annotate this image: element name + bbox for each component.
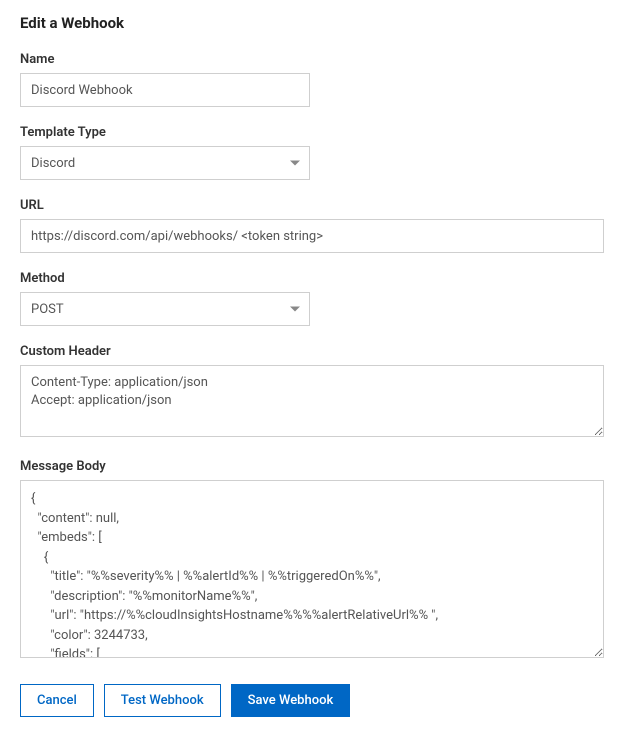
url-field-group: URL (20, 198, 604, 253)
save-webhook-button[interactable]: Save Webhook (231, 684, 351, 717)
message-body-field-group: Message Body { "content": null, "embeds"… (20, 459, 604, 658)
cancel-button[interactable]: Cancel (20, 684, 94, 717)
custom-header-textarea[interactable]: Content-Type: application/json Accept: a… (20, 365, 604, 437)
url-input[interactable] (20, 219, 604, 253)
message-body-label: Message Body (20, 459, 604, 474)
url-label: URL (20, 198, 604, 213)
name-label: Name (20, 52, 604, 67)
template-type-field-group: Template Type Discord (20, 125, 604, 180)
name-input[interactable] (20, 73, 310, 107)
name-field-group: Name (20, 52, 604, 107)
test-webhook-button[interactable]: Test Webhook (104, 684, 221, 717)
button-row: Cancel Test Webhook Save Webhook (20, 684, 604, 717)
page-title: Edit a Webhook (20, 14, 604, 32)
message-body-textarea[interactable]: { "content": null, "embeds": [ { "title"… (20, 480, 604, 658)
custom-header-label: Custom Header (20, 344, 604, 359)
method-select[interactable]: POST (20, 292, 310, 326)
template-type-select[interactable]: Discord (20, 146, 310, 180)
method-field-group: Method POST (20, 271, 604, 326)
template-type-label: Template Type (20, 125, 604, 140)
method-label: Method (20, 271, 604, 286)
custom-header-field-group: Custom Header Content-Type: application/… (20, 344, 604, 441)
